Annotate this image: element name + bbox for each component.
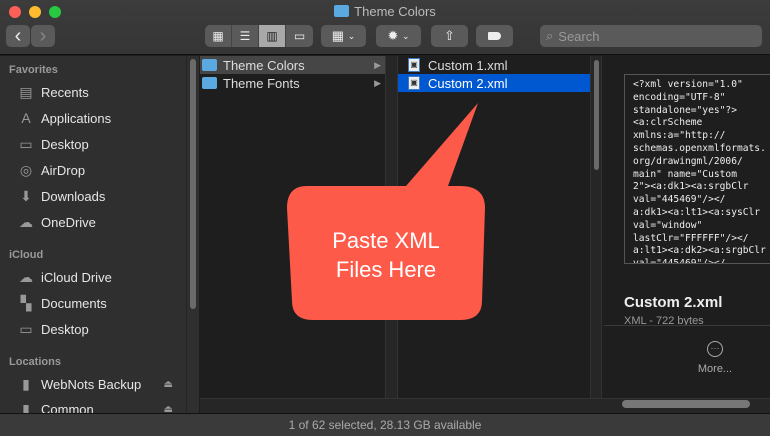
sidebar-item-label: OneDrive: [41, 214, 96, 230]
chevron-right-icon: ▶: [374, 59, 381, 70]
folder-icon: [202, 59, 217, 71]
more-label: More...: [697, 363, 733, 375]
list-item[interactable]: Theme Colors ▶: [200, 56, 385, 74]
sidebar-item-common[interactable]: ▮ Common ⏏: [18, 400, 183, 414]
airdrop-icon: ◎: [19, 161, 33, 178]
cloud-icon: ☁: [19, 213, 33, 230]
sidebar-item-label: Desktop: [41, 136, 89, 152]
list-item[interactable]: ▣ Custom 1.xml: [398, 56, 590, 74]
tag-icon: [488, 32, 501, 40]
eject-icon[interactable]: ⏏: [164, 404, 173, 414]
sidebar-item-recents[interactable]: ▤ Recents: [18, 84, 183, 100]
sidebar-item-webnots-backup[interactable]: ▮ WebNots Backup ⏏: [18, 376, 183, 392]
sidebar: Favorites ▤ Recents A Applications ▭ Deskto…: [0, 56, 186, 413]
item-label: Theme Colors: [223, 57, 305, 73]
cloud-icon: ☁: [19, 268, 33, 285]
xml-preview: <?xml version="1.0" encoding="UTF-8" sta…: [624, 74, 770, 264]
sidebar-item-applications[interactable]: A Applications: [18, 110, 183, 126]
xml-file-icon: ▣: [408, 76, 420, 90]
folder-icon: [334, 5, 350, 17]
sidebar-item-label: Common: [41, 401, 94, 414]
window-title: Theme Colors: [0, 4, 770, 19]
preview-file-info: XML - 722 bytes: [624, 315, 704, 325]
tag-button[interactable]: [476, 25, 513, 47]
group-button[interactable]: ▦ ⌄: [321, 25, 366, 47]
search-icon: ⌕: [546, 28, 554, 43]
sidebar-item-label: Applications: [41, 110, 112, 126]
desktop-icon: ▭: [19, 135, 33, 152]
share-button[interactable]: ⇧: [431, 25, 468, 47]
icon-view-icon[interactable]: ▦: [205, 25, 232, 47]
recents-icon: ▤: [19, 83, 33, 100]
eject-icon[interactable]: ⏏: [164, 379, 173, 390]
downloads-icon: ⬇: [20, 187, 32, 204]
callout-line: Paste XML: [332, 228, 440, 253]
forward-button[interactable]: ›: [31, 25, 55, 47]
sidebar-item-label: iCloud Drive: [41, 269, 112, 285]
more-button[interactable]: ··· More...: [694, 341, 736, 375]
action-button[interactable]: ✹ ⌄: [376, 25, 421, 47]
applications-icon: A: [21, 110, 31, 126]
callout-text: Paste XML Files Here: [287, 226, 485, 284]
callout-line: Files Here: [335, 257, 437, 282]
horizontal-scrollbar[interactable]: [622, 400, 750, 408]
column-scrollbar[interactable]: [590, 56, 602, 398]
list-item[interactable]: ▣ Custom 2.xml: [398, 74, 590, 92]
sidebar-item-desktop[interactable]: ▭ Desktop: [18, 321, 183, 337]
scroll-thumb[interactable]: [594, 60, 599, 170]
item-label: Custom 1.xml: [428, 57, 508, 73]
sidebar-item-desktop[interactable]: ▭ Desktop: [18, 136, 183, 152]
back-button[interactable]: ‹: [6, 25, 30, 47]
search-field[interactable]: ⌕: [540, 25, 762, 47]
sidebar-item-label: Recents: [41, 84, 89, 100]
gear-icon: ✹: [387, 28, 399, 43]
sidebar-item-label: AirDrop: [41, 162, 86, 178]
chevron-down-icon: ⌄: [347, 30, 356, 41]
sidebar-item-label: Documents: [41, 295, 107, 311]
section-header: Locations: [9, 356, 61, 368]
view-switcher: ▦ ☰ ▥ ▭: [205, 25, 313, 47]
sidebar-item-label: WebNots Backup: [41, 376, 142, 392]
section-header: iCloud: [9, 249, 44, 261]
documents-icon: ▚: [20, 294, 32, 311]
gallery-view-icon[interactable]: ▭: [286, 25, 313, 47]
section-header: Favorites: [9, 64, 58, 76]
sidebar-item-downloads[interactable]: ⬇ Downloads: [18, 188, 183, 204]
search-input[interactable]: [558, 28, 749, 44]
more-icon: ···: [707, 341, 723, 357]
group-icon: ▦: [331, 28, 345, 43]
sidebar-item-icloud-drive[interactable]: ☁ iCloud Drive: [18, 269, 183, 285]
desktop-icon: ▭: [19, 320, 33, 337]
sidebar-item-label: Desktop: [41, 321, 89, 337]
title-bar: Theme Colors ‹ › ▦ ☰ ▥ ▭ ▦ ⌄ ✹ ⌄ ⇧ ⌕: [0, 0, 770, 55]
window-title-text: Theme Colors: [354, 4, 436, 19]
list-view-icon[interactable]: ☰: [232, 25, 259, 47]
status-bar: 1 of 62 selected, 28.13 GB available: [0, 413, 770, 436]
item-label: Custom 2.xml: [428, 75, 508, 91]
xml-file-icon: ▣: [408, 58, 420, 72]
preview-file-name: Custom 2.xml: [624, 294, 723, 311]
sidebar-item-label: Downloads: [41, 188, 106, 204]
scroll-thumb[interactable]: [190, 59, 196, 309]
sidebar-item-documents[interactable]: ▚ Documents: [18, 295, 183, 311]
column-view-icon[interactable]: ▥: [259, 25, 286, 47]
chevron-down-icon: ⌄: [401, 30, 410, 41]
folder-icon: [202, 77, 217, 89]
divider: [604, 325, 770, 326]
item-label: Theme Fonts: [223, 75, 300, 91]
preview-pane: <?xml version="1.0" encoding="UTF-8" sta…: [602, 56, 770, 398]
callout-shape: [287, 103, 485, 320]
sidebar-scrollbar[interactable]: [186, 56, 199, 413]
drive-icon: ▮: [22, 375, 30, 392]
sidebar-item-airdrop[interactable]: ◎ AirDrop: [18, 162, 183, 178]
chevron-right-icon: ▶: [374, 77, 381, 88]
sidebar-item-onedrive[interactable]: ☁ OneDrive: [18, 214, 183, 230]
drive-icon: ▮: [22, 400, 30, 414]
callout-bubble: [287, 103, 485, 320]
list-item[interactable]: Theme Fonts ▶: [200, 74, 385, 92]
share-icon: ⇧: [444, 28, 455, 43]
